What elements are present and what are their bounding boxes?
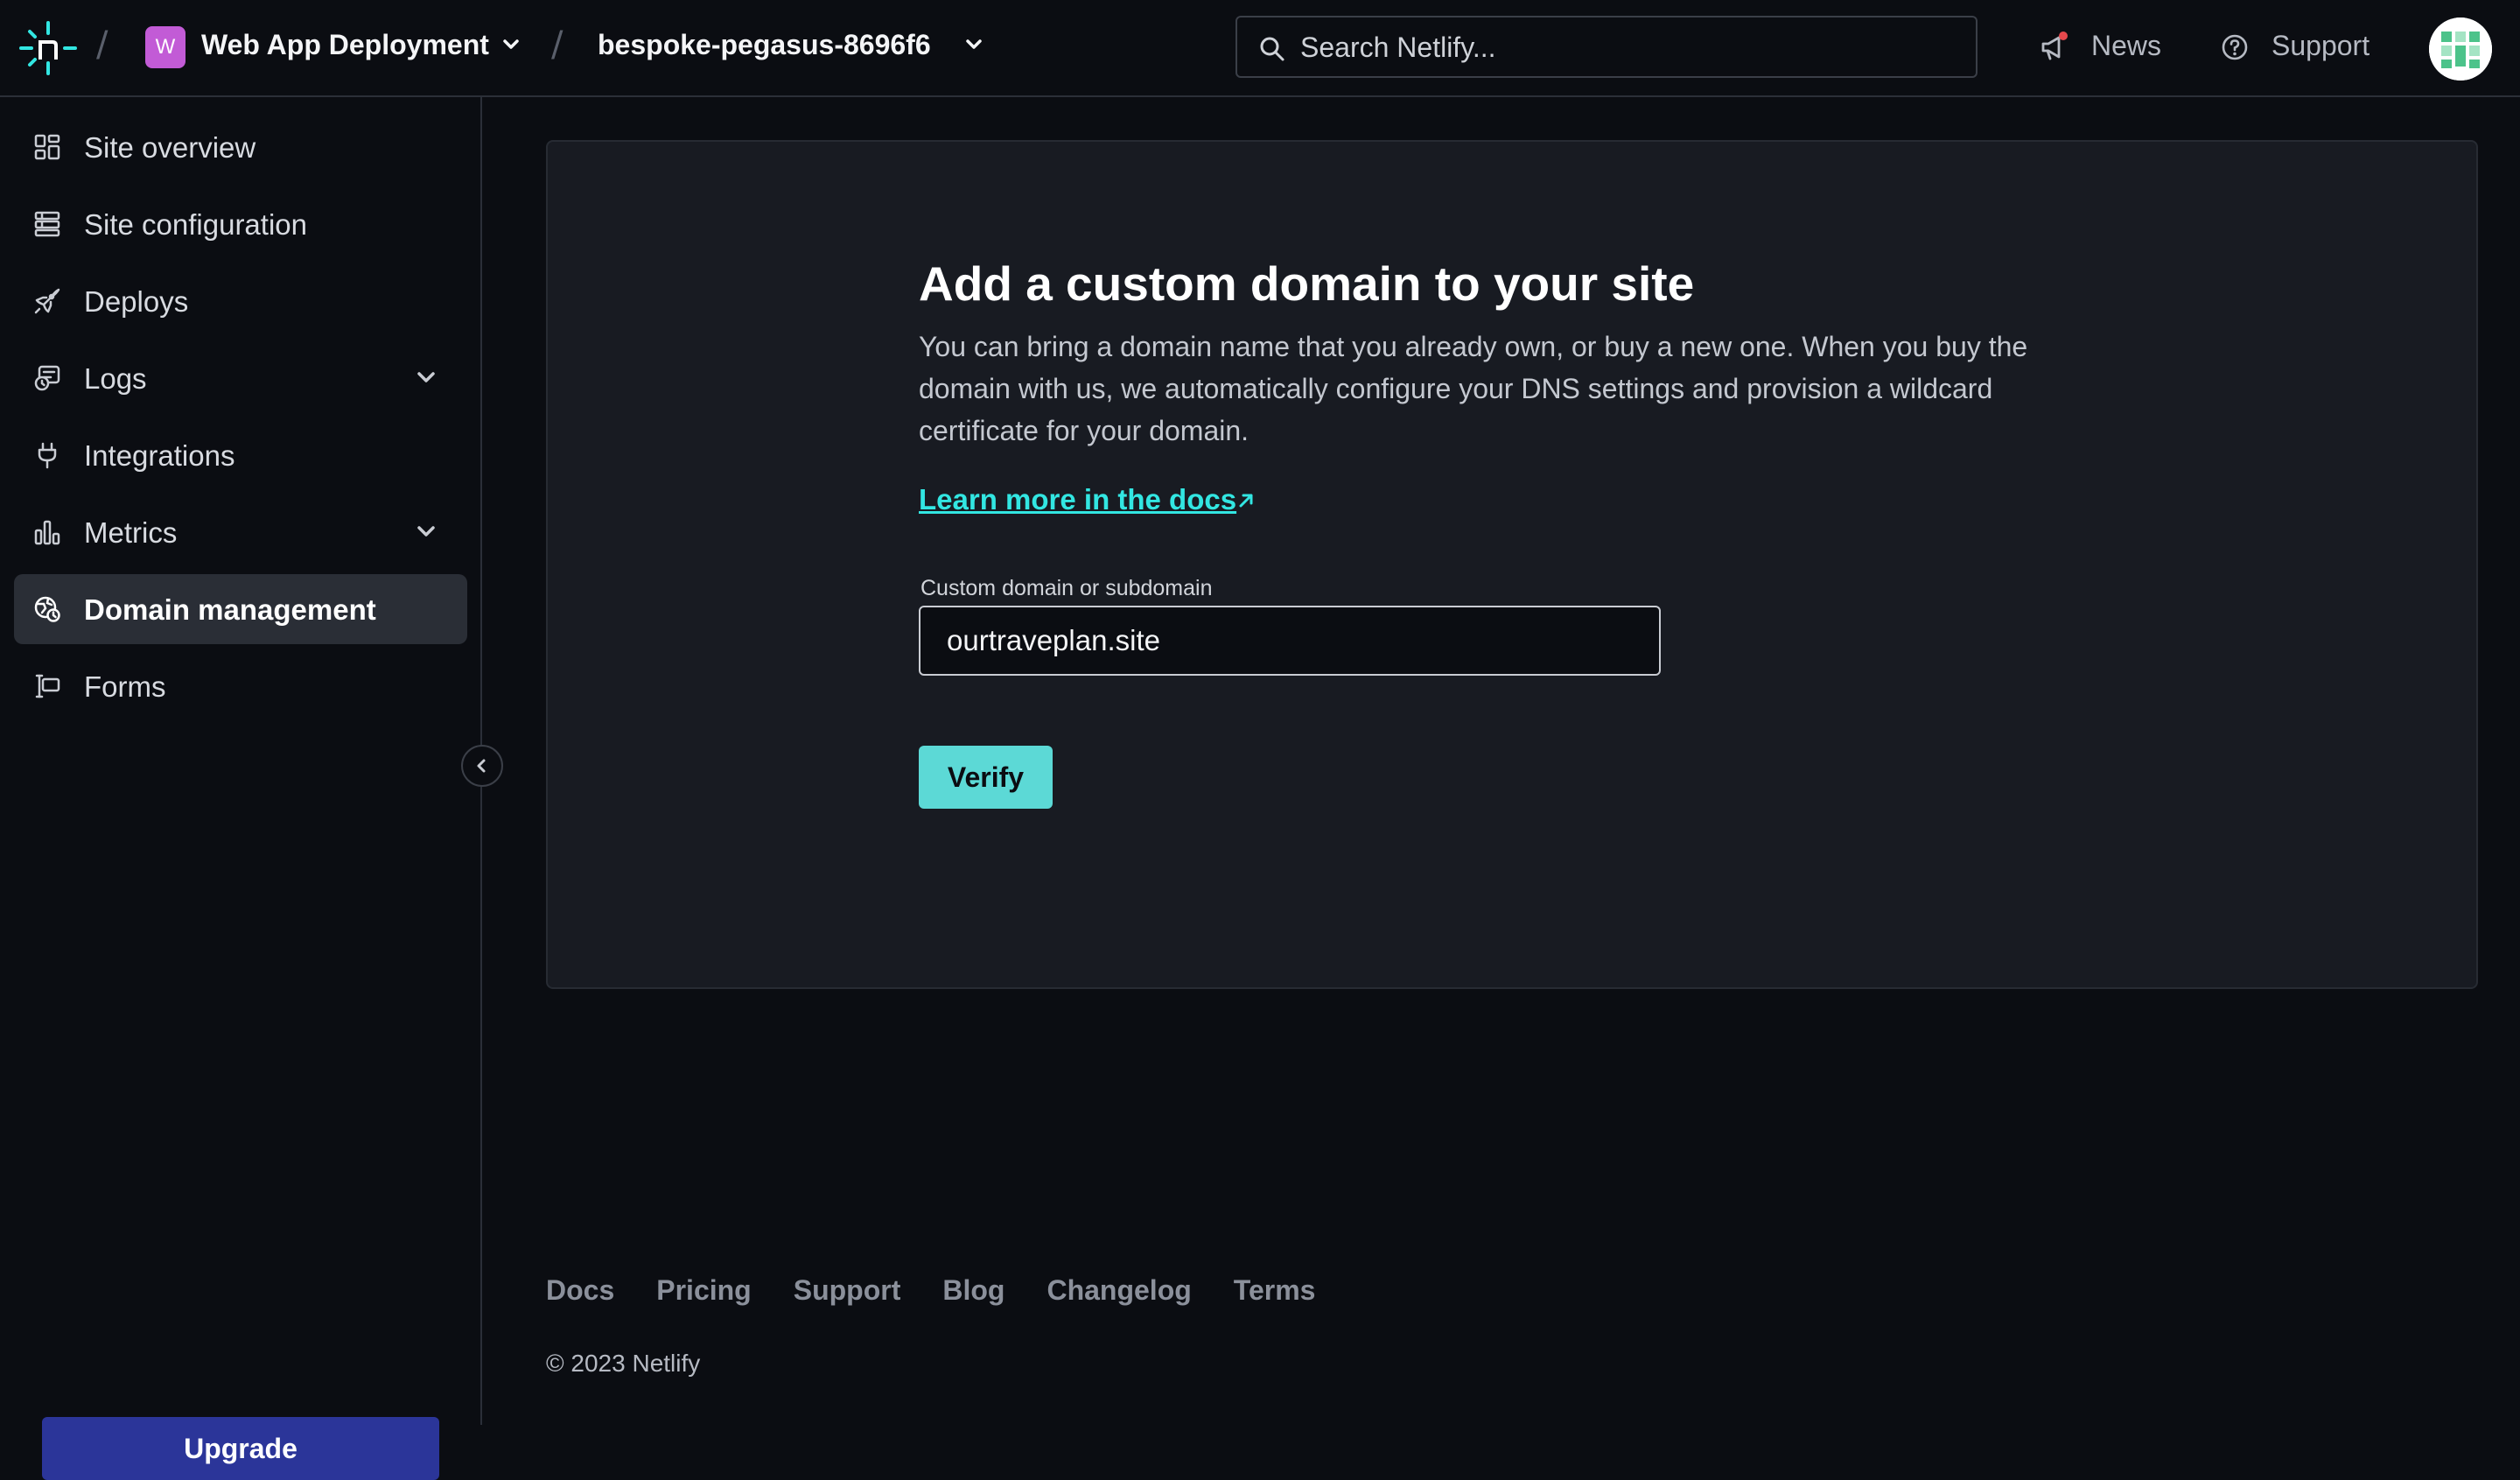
chevron-down-icon[interactable] [502,39,520,51]
help-circle-icon[interactable] [2221,33,2249,61]
globe-icon [34,596,60,622]
chevron-left-icon [477,759,486,773]
verify-button[interactable]: Verify [919,746,1053,809]
copyright-text: © 2023 Netlify [546,1350,701,1377]
plug-icon [38,442,57,469]
sidebar-item-logs[interactable]: Logs [14,343,467,413]
sidebar-item-domain-management[interactable]: Domain management [14,574,467,644]
sidebar-item-site-overview[interactable]: Site overview [14,112,467,182]
sidebar-item-label: Integrations [84,439,235,472]
chevron-down-icon[interactable] [416,371,436,383]
megaphone-icon[interactable] [2039,32,2070,63]
sidebar-item-label: Domain management [84,593,376,626]
netlify-logo-icon[interactable] [19,21,77,75]
logs-icon [34,365,60,391]
page-title: Add a custom domain to your site [919,256,1695,311]
sidebar-item-label: Deploys [84,285,189,318]
footer-links: Docs Pricing Support Blog Changelog Term… [546,1274,1315,1307]
site-switcher[interactable]: bespoke-pegasus-8696f6 [598,29,931,61]
sidebar-item-label: Logs [84,362,147,395]
upgrade-button[interactable]: Upgrade [42,1417,439,1480]
sidebar-item-label: Forms [84,670,166,703]
settings-stack-icon [34,211,60,237]
sidebar-item-forms[interactable]: Forms [14,651,467,721]
sidebar-item-metrics[interactable]: Metrics [14,497,467,567]
sidebar: Site overview Site configuration Deploys [0,97,482,1480]
form-icon [35,674,60,698]
page-description: You can bring a domain name that you alr… [919,331,2028,446]
footer-link-pricing[interactable]: Pricing [656,1274,751,1307]
search-icon [1260,37,1284,61]
sidebar-item-label: Site overview [84,131,256,164]
sidebar-item-label: Metrics [84,516,178,549]
footer-link-blog[interactable]: Blog [942,1274,1004,1307]
breadcrumb-separator: / [551,25,564,65]
sidebar-item-site-configuration[interactable]: Site configuration [14,189,467,259]
breadcrumb-separator: / [96,25,108,65]
footer-link-docs[interactable]: Docs [546,1274,614,1307]
chevron-down-icon[interactable] [416,525,436,537]
team-switcher[interactable]: Web App Deployment [201,29,489,61]
top-bar: / W Web App Deployment / bespoke-pegasus… [0,0,2520,97]
support-link[interactable]: Support [2272,30,2370,62]
rocket-icon [34,288,60,314]
footer-link-changelog[interactable]: Changelog [1046,1274,1191,1307]
team-avatar: W [145,26,186,68]
search-input[interactable] [1300,28,1948,67]
sidebar-item-integrations[interactable]: Integrations [14,420,467,490]
identicon-icon [2429,18,2492,81]
search-box[interactable] [1236,16,1978,78]
sidebar-item-deploys[interactable]: Deploys [14,266,467,336]
collapse-sidebar-button[interactable] [461,745,503,787]
add-domain-card: Add a custom domain to your site You can… [546,140,2478,989]
footer-link-terms[interactable]: Terms [1234,1274,1316,1307]
bar-chart-icon [34,520,60,545]
user-avatar[interactable] [2429,18,2492,81]
custom-domain-input[interactable] [919,606,1661,676]
external-arrow-icon[interactable] [1236,490,1256,511]
grid-icon [34,134,60,160]
footer-link-support[interactable]: Support [794,1274,901,1307]
sidebar-item-label: Site configuration [84,208,307,241]
custom-domain-label: Custom domain or subdomain [920,576,1213,600]
news-link[interactable]: News [2091,30,2161,62]
learn-more-docs-link[interactable]: Learn more in the docs [919,483,1236,516]
chevron-down-icon[interactable] [965,39,983,51]
